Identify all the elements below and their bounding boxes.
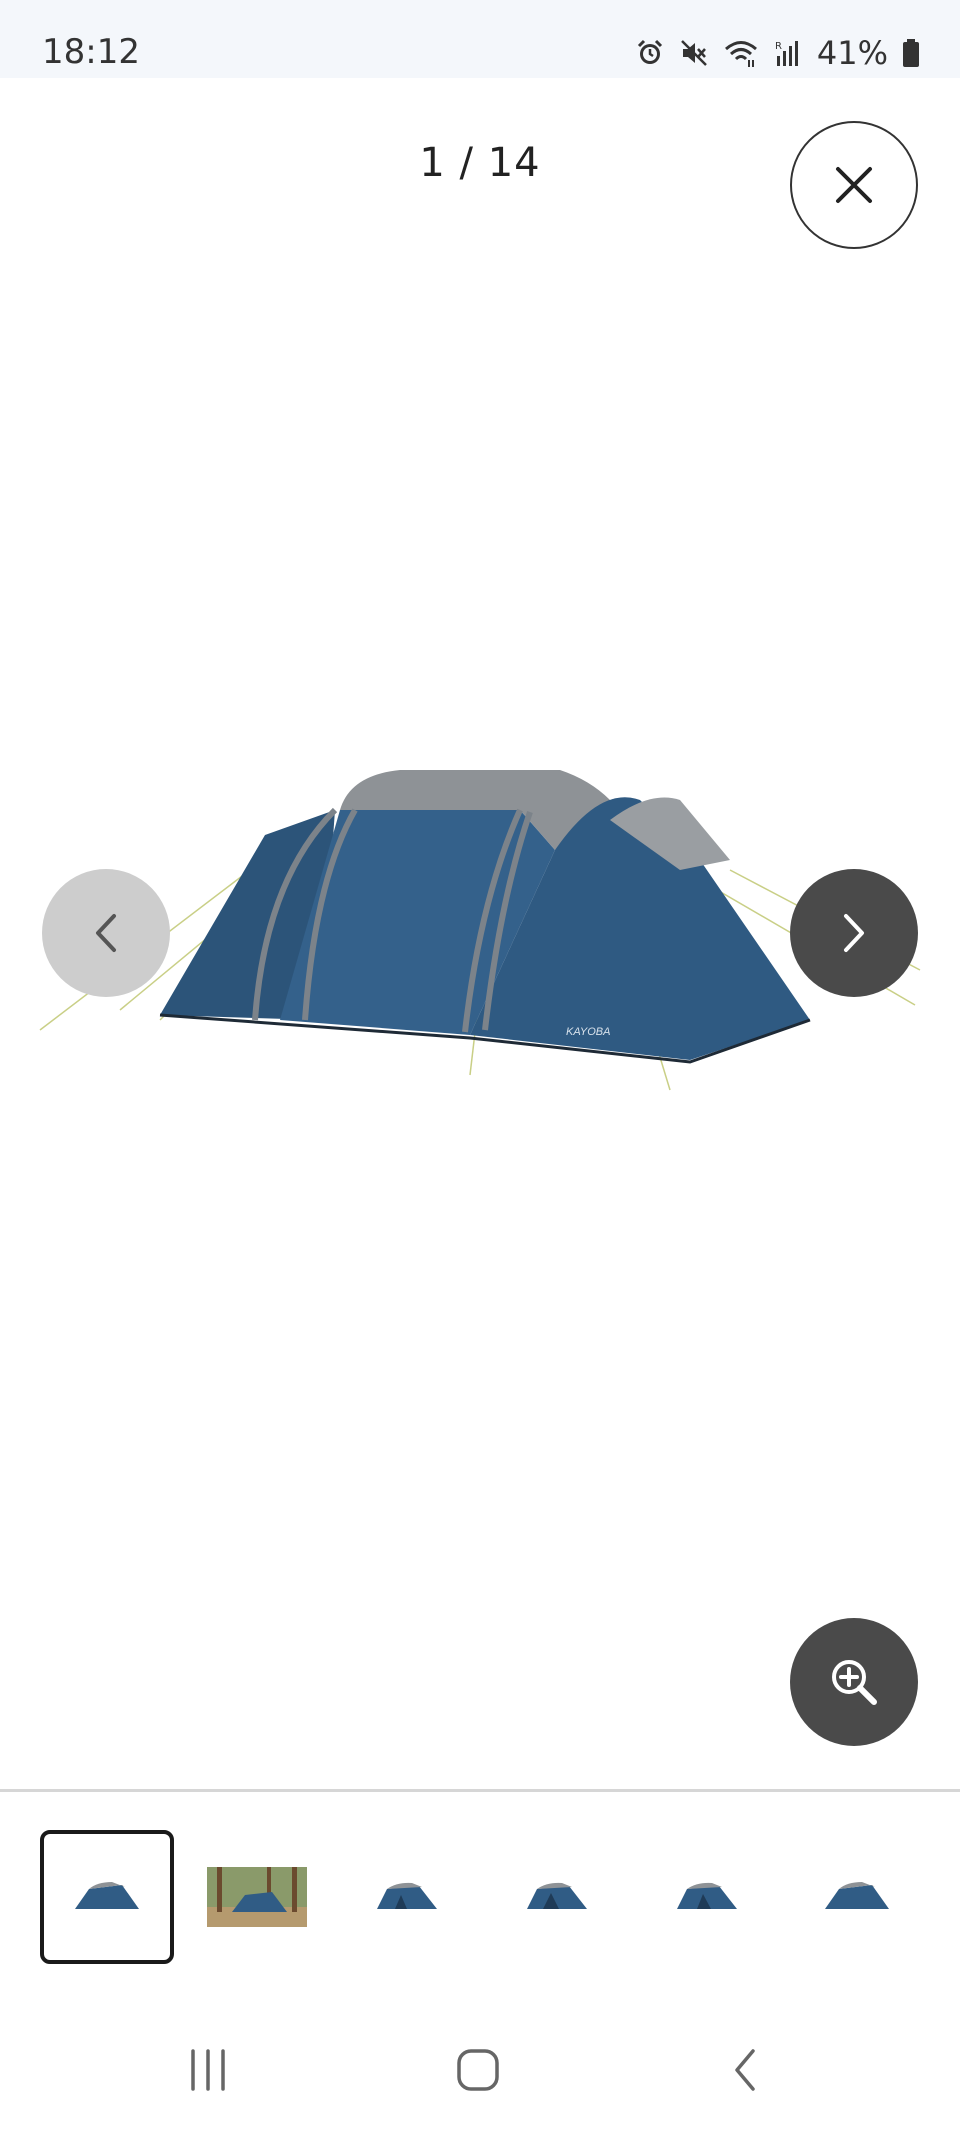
close-icon [836, 167, 872, 203]
tent-thumbnail [527, 1882, 587, 1909]
status-bar: 18:12 R 41% [0, 0, 960, 78]
divider [0, 1789, 960, 1792]
back-button[interactable] [700, 2040, 790, 2100]
wifi-icon [723, 38, 759, 68]
chevron-right-icon [844, 914, 864, 952]
tent-brand-label: KAYOBA [566, 1026, 610, 1038]
system-nav-bar [0, 2010, 960, 2133]
signal-icon: R [773, 38, 803, 68]
image-counter-text: 1 / 14 [419, 140, 541, 186]
tent-outdoor-thumbnail [207, 1867, 307, 1927]
home-button[interactable] [433, 2040, 523, 2100]
tent-thumbnail [677, 1882, 737, 1909]
chevron-left-icon [96, 914, 116, 952]
recent-apps-button[interactable] [163, 2040, 253, 2100]
close-button[interactable] [790, 121, 918, 249]
tent-thumbnail [825, 1882, 889, 1909]
thumbnail-2[interactable] [190, 1830, 324, 1964]
tent-thumbnail [75, 1882, 139, 1909]
tent-thumbnail [377, 1882, 437, 1909]
thumbnail-1[interactable] [40, 1830, 174, 1964]
mute-icon [679, 38, 709, 68]
thumbnail-4[interactable] [490, 1830, 624, 1964]
recent-apps-icon [191, 2049, 225, 2091]
zoom-in-icon [832, 1660, 877, 1705]
status-time: 18:12 [42, 32, 140, 72]
thumbnail-6[interactable] [790, 1830, 924, 1964]
previous-image-button[interactable] [42, 869, 170, 997]
thumbnail-strip [0, 1830, 960, 1964]
home-icon [457, 2049, 499, 2091]
alarm-icon [635, 38, 665, 68]
thumbnail-3[interactable] [340, 1830, 474, 1964]
status-icons: R 41% [635, 34, 920, 72]
battery-percent: 41% [816, 34, 888, 72]
svg-text:R: R [775, 41, 782, 52]
thumbnail-5[interactable] [640, 1830, 774, 1964]
zoom-button[interactable] [790, 1618, 918, 1746]
back-icon [735, 2049, 755, 2091]
next-image-button[interactable] [790, 869, 918, 997]
battery-icon [902, 38, 920, 68]
